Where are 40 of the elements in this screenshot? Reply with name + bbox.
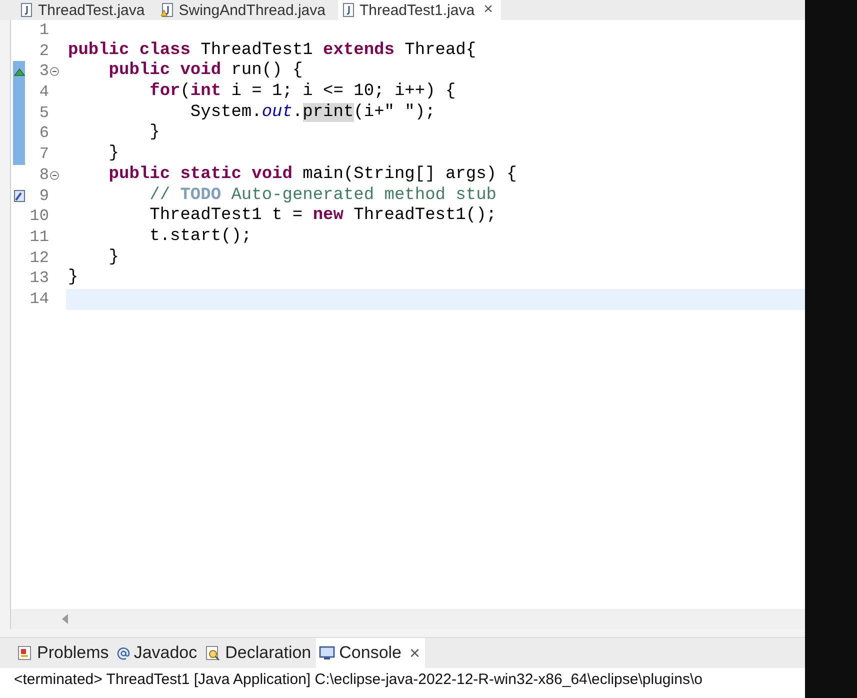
code-line: public void run() { <box>108 61 303 82</box>
code-line: // TODO Auto-generated method stub <box>148 186 496 206</box>
line-number: 8 <box>38 164 49 186</box>
line-number: 1 <box>38 20 49 41</box>
view-tab[interactable]: Problems <box>14 638 114 668</box>
line-number: 4 <box>38 82 49 103</box>
line-number: 2 <box>38 40 49 62</box>
line-number: 12 <box>28 248 49 268</box>
line-number: 5 <box>38 102 49 124</box>
code-line: } <box>108 248 120 268</box>
line-number: 7 <box>38 144 49 165</box>
line-number: 13 <box>28 268 49 289</box>
line-number: 9 <box>38 186 49 206</box>
console-status: <terminated> ThreadTest1 [Java Application] C:\eclipse-java-2022-12-R-win32-x86_64\eclipse\plugins\o <box>14 670 702 688</box>
view-tab[interactable]: Javadoc <box>114 638 202 668</box>
code-line: for(int i = 1; i <= 10; i++) { <box>148 82 456 103</box>
at-sign-icon <box>116 646 130 660</box>
problems-icon <box>17 645 33 661</box>
line-number: 10 <box>28 206 49 227</box>
fold-minus-icon[interactable] <box>50 67 59 76</box>
code-line: t.start(); <box>148 226 252 248</box>
console-icon <box>319 646 336 660</box>
editor-tab[interactable]: ThreadTest1.java × <box>338 0 501 20</box>
code-line: } <box>108 144 120 165</box>
view-tab[interactable]: Declaration <box>202 638 316 668</box>
code-line: } <box>67 268 78 289</box>
line-number: 11 <box>28 226 49 248</box>
close-tab-button[interactable]: × <box>484 1 493 19</box>
close-tab-button[interactable]: × <box>410 642 420 664</box>
code-line: public static void main(String[] args) { <box>108 164 517 186</box>
code-line: } <box>148 123 160 144</box>
line-number: 6 <box>38 123 49 144</box>
declaration-icon <box>205 645 222 661</box>
view-tab[interactable]: Console × <box>316 638 426 668</box>
fold-minus-icon[interactable] <box>50 170 59 180</box>
code-line: ThreadTest1 t = new ThreadTest1(); <box>148 206 496 227</box>
line-number: 14 <box>28 288 49 310</box>
code-line: public class ThreadTest1 extends Thread{ <box>67 40 476 62</box>
line-number: 3 <box>38 61 49 82</box>
code-line: System.out.print(i+" "); <box>189 102 436 124</box>
